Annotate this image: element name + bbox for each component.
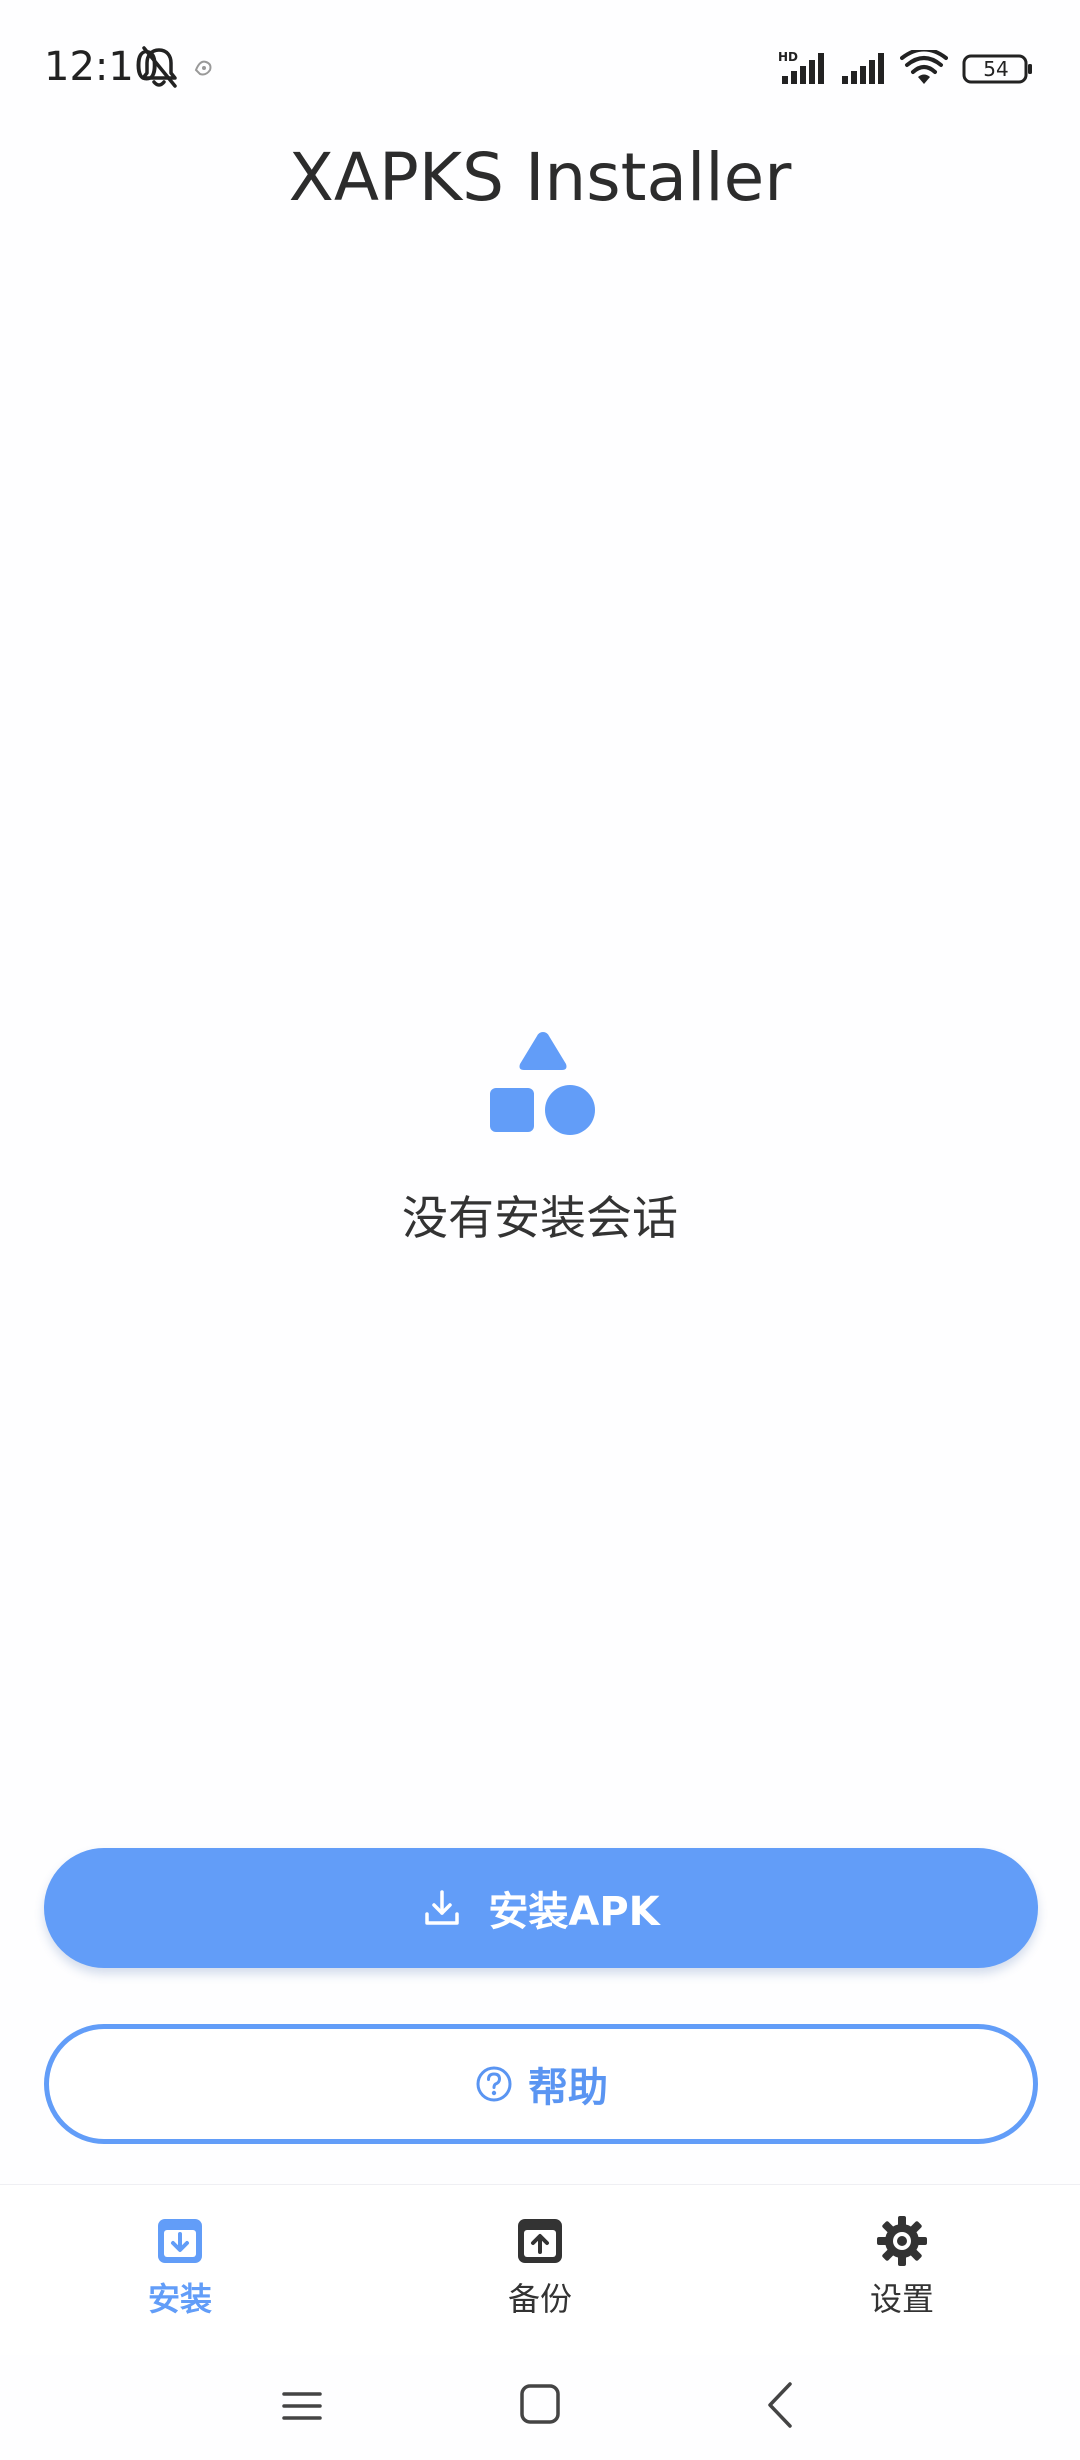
shapes-icon — [490, 1032, 595, 1135]
download-icon — [425, 1890, 460, 1925]
backup-box-icon — [518, 2219, 562, 2263]
nav-label-install: 安装 — [147, 2280, 212, 2318]
help-label: 帮助 — [528, 2065, 608, 2111]
install-apk-label: 安装APK — [488, 1889, 660, 1935]
wifi-icon — [900, 50, 948, 84]
nav-item-install[interactable]: 安装 — [80, 2213, 280, 2333]
battery-level: 54 — [983, 57, 1009, 81]
help-button[interactable]: 帮助 — [44, 2024, 1038, 2144]
empty-state-message: 没有安装会话 — [402, 1191, 678, 1245]
bell-off-icon — [141, 46, 177, 88]
nav-item-settings[interactable]: 设置 — [802, 2213, 1002, 2333]
signal-icon: HD — [778, 50, 824, 84]
nav-item-backup[interactable]: 备份 — [440, 2213, 640, 2333]
bottom-navigation: 安装 备份 设置 — [0, 2184, 1080, 2355]
home-icon[interactable] — [518, 2382, 562, 2426]
page-title: XAPKS Installer — [288, 139, 792, 216]
hd-badge: HD — [778, 50, 798, 64]
recent-apps-icon[interactable] — [280, 2384, 324, 2428]
gear-icon — [877, 2216, 927, 2266]
help-circle-icon — [476, 2066, 512, 2102]
signal-icon — [842, 53, 884, 84]
back-icon[interactable] — [760, 2380, 800, 2430]
nav-label-settings: 设置 — [869, 2280, 934, 2318]
nav-label-backup: 备份 — [507, 2280, 572, 2318]
install-box-icon — [158, 2219, 202, 2263]
app-notification-icon — [194, 60, 212, 76]
install-apk-button[interactable]: 安装APK — [44, 1848, 1038, 1968]
